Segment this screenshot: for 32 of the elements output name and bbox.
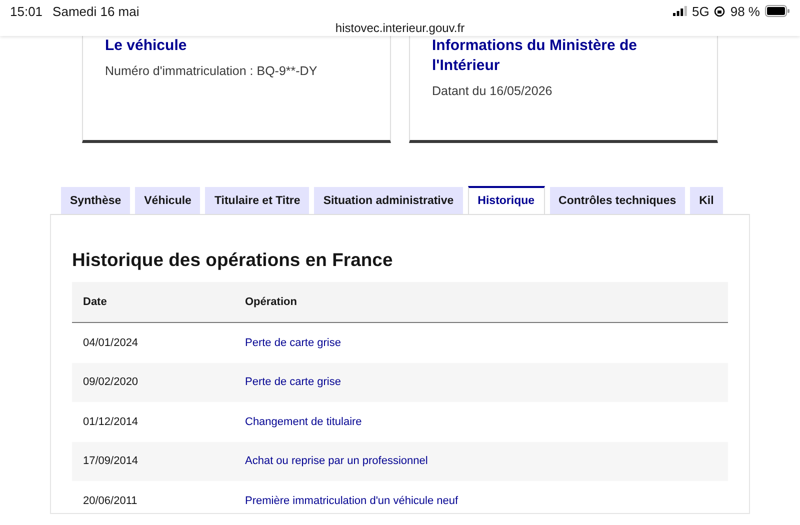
- operation-link[interactable]: Achat ou reprise par un professionnel: [245, 455, 728, 468]
- url-address[interactable]: histovec.interieur.gouv.fr: [335, 21, 465, 35]
- network-label: 5G: [692, 4, 710, 18]
- card-text: Datant du 16/05/2026: [432, 84, 554, 98]
- date-cell-text: 01/12/2014: [83, 416, 140, 428]
- tab[interactable]: Situation administrative: [314, 187, 463, 214]
- operation-link[interactable]: Changement de titulaire: [245, 416, 728, 428]
- date-cell-text: 09/02/2020: [83, 376, 140, 388]
- clock-time: 15:01: [10, 4, 43, 18]
- date-cell-text: 17/09/2014: [83, 455, 140, 468]
- battery-icon: [765, 5, 790, 17]
- date-cell-text: 04/01/2024: [83, 336, 140, 349]
- card-title[interactable]: Le véhicule: [105, 36, 368, 56]
- operation-link[interactable]: Perte de carte grise: [245, 376, 728, 388]
- tab[interactable]: Contrôles techniques: [550, 187, 686, 214]
- rotation-lock-icon: [714, 6, 726, 16]
- status-date: Samedi 16 mai: [52, 4, 140, 18]
- tab[interactable]: Synthèse: [61, 187, 130, 214]
- operation-link[interactable]: Première immatriculation d'un véhicule neuf: [245, 494, 728, 507]
- section-heading: Historique des opérations en France: [72, 248, 394, 272]
- date-cell-text: 20/06/2011: [83, 494, 138, 507]
- operation-link[interactable]: Perte de carte grise: [245, 336, 728, 349]
- tab[interactable]: Véhicule: [135, 187, 200, 214]
- card-title[interactable]: Informations du Ministère de l'Intérieur: [432, 36, 695, 76]
- column-header: Opération: [245, 296, 298, 308]
- tab[interactable]: Kil: [690, 187, 723, 214]
- column-header: Date: [83, 296, 108, 308]
- tab[interactable]: Historique: [468, 186, 545, 214]
- signal-icon: [673, 6, 688, 16]
- tab[interactable]: Titulaire et Titre: [205, 187, 310, 214]
- battery-percent: 98 %: [730, 4, 760, 18]
- card-text: Numéro d'immatriculation : BQ-9**-DY: [105, 64, 318, 78]
